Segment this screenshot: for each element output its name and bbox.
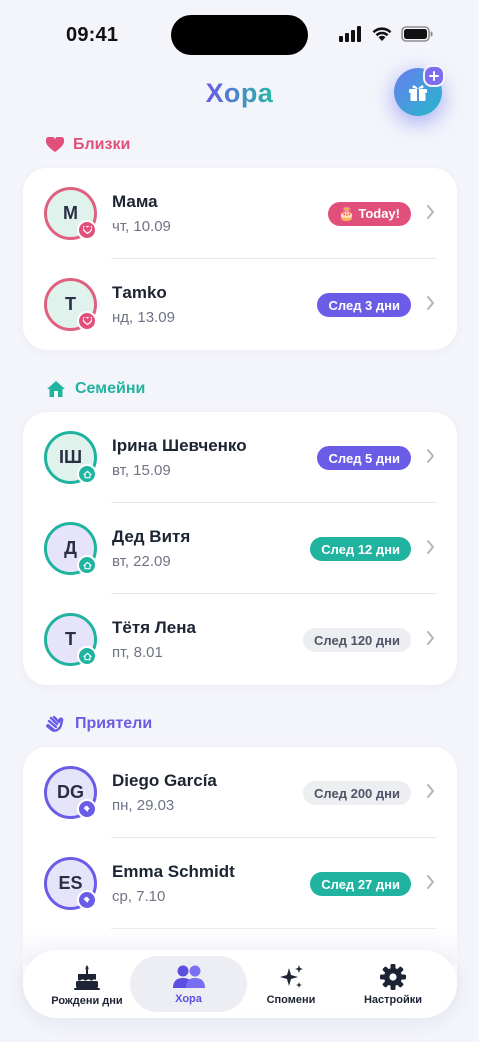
section-label-friends: Приятели [46, 715, 152, 733]
wave-hand-icon [77, 890, 97, 910]
person-row[interactable]: Т Тётя Лена пт, 8.01 След 120 дни [23, 594, 457, 685]
person-row[interactable]: DG Diego García пн, 29.03 След 200 дни [23, 747, 457, 838]
chevron-right-icon [427, 296, 434, 310]
house-icon [77, 555, 97, 575]
person-name: Тётя Лена [112, 618, 196, 637]
status-badge: След 3 дни [317, 293, 411, 317]
plus-icon [423, 65, 445, 87]
person-name: Мама [112, 192, 158, 211]
avatar: Д [44, 522, 97, 575]
avatar: ІШ [44, 431, 97, 484]
status-time: 09:41 [66, 24, 119, 46]
gear-icon [380, 963, 406, 990]
heart-icon [77, 220, 97, 240]
person-date: пн, 29.03 [112, 797, 175, 814]
status-bar: 09:41 [0, 0, 479, 70]
avatar: Т [44, 278, 97, 331]
person-row[interactable]: ІШ Ірина Шевченко вт, 15.09 След 5 дни [23, 412, 457, 503]
status-badge: След 5 дни [317, 446, 411, 470]
house-icon [77, 464, 97, 484]
person-date: ср, 7.10 [112, 888, 166, 905]
avatar: Т [44, 613, 97, 666]
tab-label: Спомени [266, 993, 316, 1006]
section-label-family: Семейни [46, 380, 145, 398]
person-row[interactable]: Д Дед Витя вт, 22.09 След 12 дни [23, 503, 457, 594]
person-date: вт, 22.09 [112, 553, 171, 570]
house-icon [47, 381, 65, 397]
chevron-right-icon [427, 540, 434, 554]
status-badge: След 120 дни [303, 628, 411, 652]
signal-icon [339, 26, 361, 42]
person-row[interactable]: М Мама чт, 10.09 🎂 Today! [23, 168, 457, 259]
status-badge: След 27 дни [310, 872, 411, 896]
chevron-right-icon [427, 205, 434, 219]
house-icon [77, 646, 97, 666]
chevron-right-icon [427, 875, 434, 889]
chevron-right-icon [427, 631, 434, 645]
person-name: Ірина Шевченко [112, 436, 247, 455]
person-date: пт, 8.01 [112, 644, 163, 661]
wifi-icon [372, 27, 392, 41]
status-badge: След 12 дни [310, 537, 411, 561]
dynamic-island [171, 15, 308, 55]
person-row[interactable]: ES Emma Schmidt ср, 7.10 След 27 дни [23, 838, 457, 929]
wave-hand-icon [46, 715, 64, 732]
add-gift-button[interactable] [394, 65, 445, 116]
tab-bar: Рождени дни Хора Спомени Настройки [23, 950, 457, 1018]
wave-hand-icon [77, 799, 97, 819]
person-name: Emma Schmidt [112, 862, 235, 881]
avatar: ES [44, 857, 97, 910]
person-date: чт, 10.09 [112, 218, 171, 235]
person-date: вт, 15.09 [112, 462, 171, 479]
avatar: М [44, 187, 97, 240]
person-name: Тamko [112, 283, 167, 302]
status-badge: След 200 дни [303, 781, 411, 805]
person-name: Дед Витя [112, 527, 191, 546]
chevron-right-icon [427, 784, 434, 798]
tab-people[interactable]: Хора [130, 956, 247, 1012]
heart-icon [77, 311, 97, 331]
chevron-right-icon [427, 449, 434, 463]
tab-label: Рождени дни [51, 994, 123, 1007]
section-label-close: Близки [46, 136, 130, 154]
battery-icon [401, 26, 433, 42]
status-icons [339, 26, 433, 42]
person-row[interactable]: Т Тamko нд, 13.09 След 3 дни [23, 259, 457, 350]
cake-icon [74, 964, 100, 990]
tab-birthdays[interactable]: Рождени дни [37, 950, 137, 1018]
section-card-family: ІШ Ірина Шевченко вт, 15.09 След 5 дни Д… [23, 412, 457, 685]
tab-memories[interactable]: Спомени [241, 950, 341, 1018]
status-badge: 🎂 Today! [327, 202, 411, 226]
sparkles-icon [280, 964, 303, 988]
heart-icon [46, 137, 64, 152]
avatar: DG [44, 766, 97, 819]
people-icon [172, 965, 205, 988]
section-card-close: М Мама чт, 10.09 🎂 Today! Т Тamko нд, 13… [23, 168, 457, 350]
header: Хора [0, 65, 479, 120]
person-date: нд, 13.09 [112, 309, 175, 326]
tab-label: Хора [175, 992, 202, 1005]
tab-label: Настройки [363, 993, 423, 1006]
tab-settings[interactable]: Настройки [343, 950, 443, 1018]
person-name: Diego García [112, 771, 217, 790]
